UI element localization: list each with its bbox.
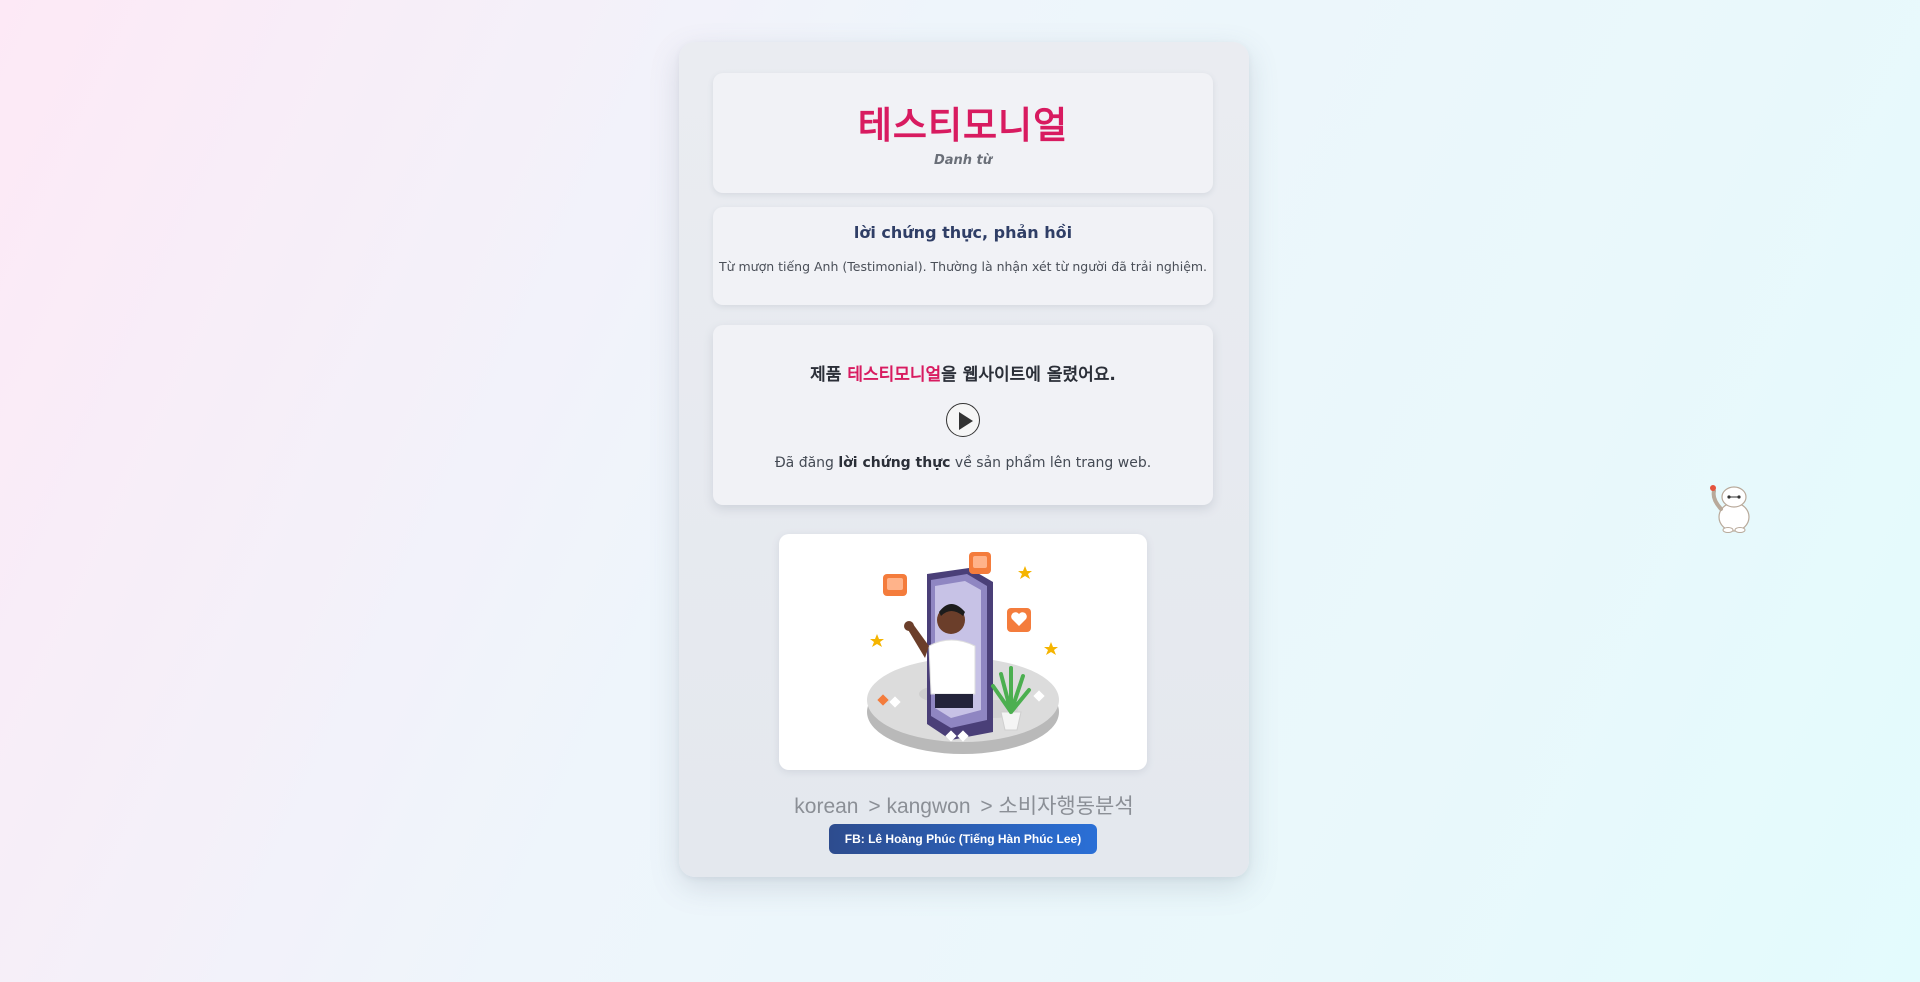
example-highlight: 테스티모니얼: [847, 365, 942, 385]
example-sentence: 제품 테스티모니얼을 웹사이트에 올렸어요.: [713, 360, 1213, 385]
translation-after: về sản phẩm lên trang web.: [950, 455, 1152, 471]
play-audio-button[interactable]: [946, 403, 980, 437]
breadcrumb-kangwon[interactable]: > kangwon: [868, 795, 970, 818]
mascot-icon: [1710, 485, 1750, 533]
example-translation: Đã đăng lời chứng thực về sản phẩm lên t…: [713, 455, 1213, 471]
translation-bold: lời chứng thực: [838, 455, 951, 471]
part-of-speech: Danh từ: [933, 153, 993, 168]
vocab-word: 테스티모니얼: [857, 104, 1069, 147]
breadcrumb-topic[interactable]: > 소비자행동분석: [980, 795, 1133, 818]
breadcrumb: korean > kangwon > 소비자행동분석: [679, 790, 1249, 820]
flashcard-panel: 테스티모니얼 Danh từ lời chứng thực, phản hồi …: [679, 42, 1249, 877]
play-icon: [959, 412, 973, 430]
testimonial-illustration: [779, 534, 1147, 770]
word-card: 테스티모니얼 Danh từ: [713, 73, 1213, 193]
translation-before: Đã đăng: [774, 455, 839, 471]
example-card: 제품 테스티모니얼을 웹사이트에 올렸어요. Đã đăng lời chứng…: [713, 325, 1213, 505]
example-after: 을 웹사이트에 올렸어요.: [941, 365, 1116, 385]
example-before: 제품: [810, 365, 848, 385]
facebook-link-button[interactable]: FB: Lê Hoàng Phúc (Tiếng Hàn Phúc Lee): [829, 824, 1097, 854]
meaning-text: lời chứng thực, phản hồi: [853, 223, 1073, 242]
usage-note: Từ mượn tiếng Anh (Testimonial). Thường …: [718, 259, 1208, 274]
meaning-card: lời chứng thực, phản hồi Từ mượn tiếng A…: [713, 207, 1213, 305]
breadcrumb-korean[interactable]: korean: [794, 795, 858, 818]
illustration-image: [867, 552, 1059, 754]
